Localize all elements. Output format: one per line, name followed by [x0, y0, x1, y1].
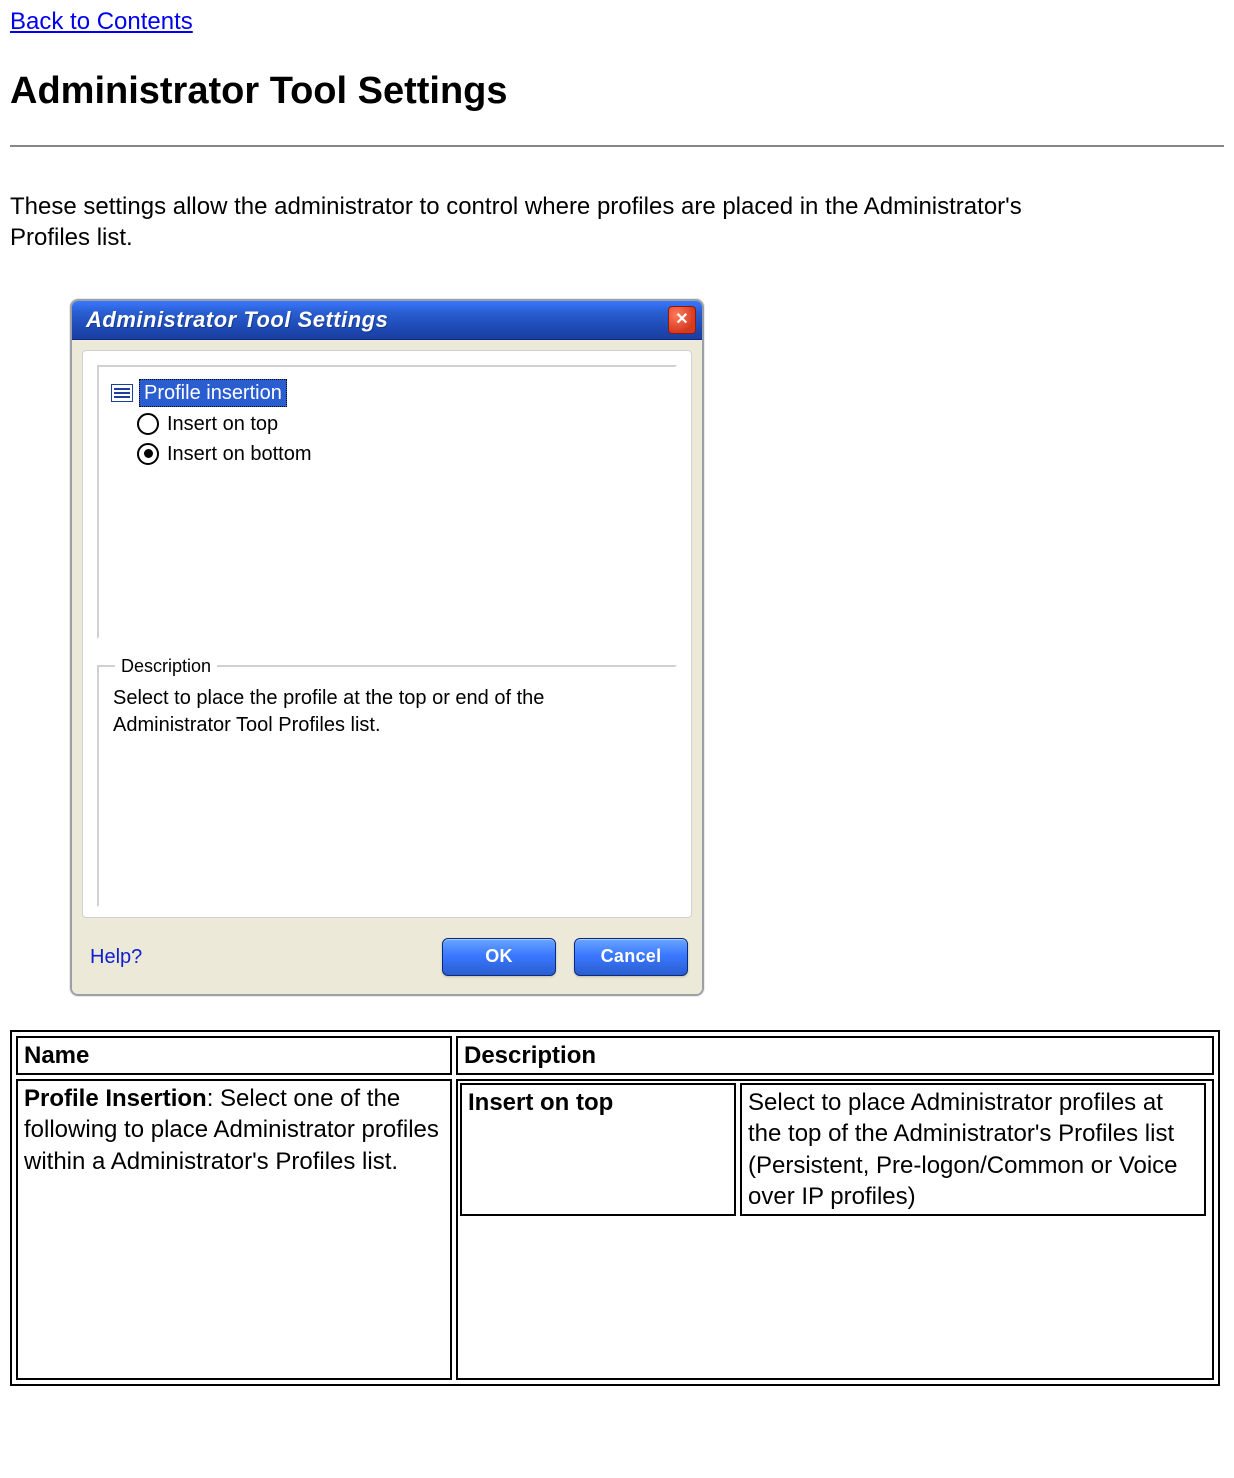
radio-label: Insert on top [167, 411, 278, 437]
dialog-body: Profile insertion Insert on top Insert o… [82, 350, 692, 918]
nested-left: Insert on top [460, 1083, 736, 1216]
divider [10, 145, 1224, 147]
titlebar-text: Administrator Tool Settings [86, 306, 668, 335]
header-name: Name [16, 1036, 452, 1075]
settings-table: Name Description Profile Insertion: Sele… [10, 1030, 1220, 1386]
radio-insert-on-bottom[interactable]: Insert on bottom [137, 441, 663, 467]
list-icon [111, 384, 133, 402]
description-text: Select to place the profile at the top o… [113, 685, 633, 739]
tree-root[interactable]: Profile insertion [111, 379, 663, 407]
intro-paragraph: These settings allow the administrator t… [10, 191, 1040, 253]
settings-listbox: Profile insertion Insert on top Insert o… [97, 365, 677, 639]
description-cell: Insert on top Select to place Administra… [456, 1079, 1214, 1380]
cancel-button[interactable]: Cancel [574, 938, 688, 976]
help-link[interactable]: Help? [90, 944, 142, 970]
radio-icon [137, 443, 159, 465]
ok-button[interactable]: OK [442, 938, 556, 976]
description-group: Description Select to place the profile … [97, 665, 677, 907]
page-title: Administrator Tool Settings [10, 67, 1224, 116]
radio-label: Insert on bottom [167, 441, 312, 467]
table-header-row: Name Description [16, 1036, 1214, 1075]
tree-root-label: Profile insertion [139, 379, 287, 407]
table-row: Profile Insertion: Select one of the fol… [16, 1079, 1214, 1380]
description-legend: Description [115, 655, 217, 678]
radio-insert-on-top[interactable]: Insert on top [137, 411, 663, 437]
nested-table: Insert on top Select to place Administra… [456, 1079, 1210, 1220]
nested-right: Select to place Administrator profiles a… [740, 1083, 1206, 1216]
radio-icon [137, 413, 159, 435]
nested-row: Insert on top Select to place Administra… [460, 1083, 1206, 1216]
close-icon[interactable]: ✕ [668, 306, 696, 334]
header-description: Description [456, 1036, 1214, 1075]
name-bold: Profile Insertion [24, 1085, 207, 1112]
titlebar: Administrator Tool Settings ✕ [72, 301, 702, 340]
dialog-window: Administrator Tool Settings ✕ Profile in… [70, 299, 704, 996]
dialog-button-bar: Help? OK Cancel [72, 918, 702, 994]
name-cell: Profile Insertion: Select one of the fol… [16, 1079, 452, 1380]
dialog-screenshot: Administrator Tool Settings ✕ Profile in… [70, 299, 1224, 996]
back-to-contents-link[interactable]: Back to Contents [10, 8, 193, 35]
